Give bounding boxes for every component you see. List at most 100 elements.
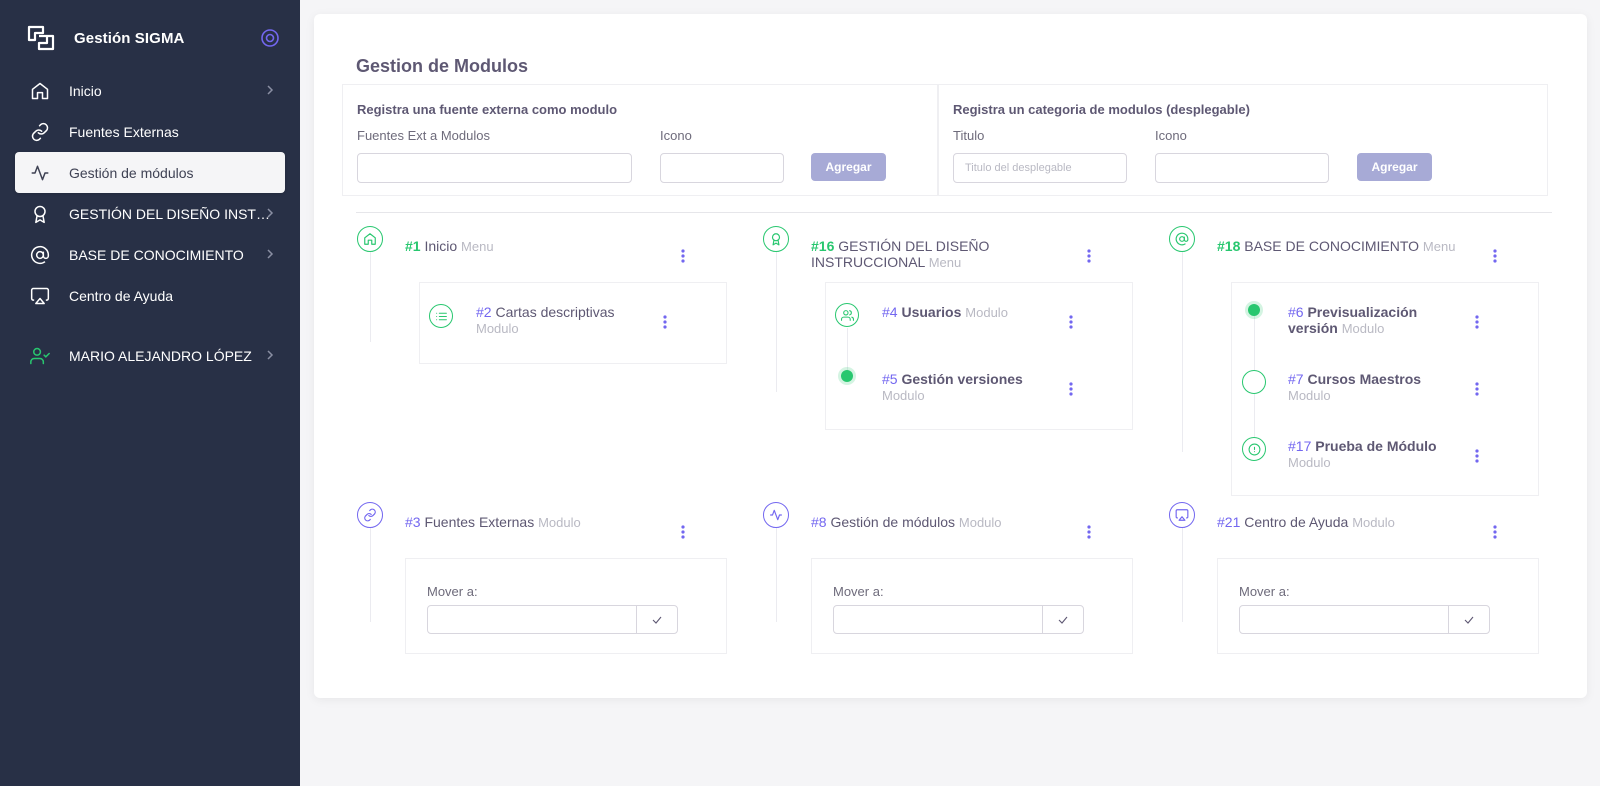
more-vertical-icon[interactable]	[1469, 448, 1485, 464]
submodule-title: #2 Cartas descriptivas Modulo	[476, 304, 615, 336]
timeline-line	[847, 328, 848, 376]
confirm-move-button[interactable]	[636, 605, 678, 634]
sidebar-item-centro-ayuda[interactable]: Centro de Ayuda	[15, 275, 285, 316]
title-label: Titulo	[953, 128, 985, 143]
confirm-move-button[interactable]	[1042, 605, 1084, 634]
home-icon	[357, 226, 383, 252]
at-sign-icon	[30, 245, 50, 265]
timeline-line	[776, 528, 777, 622]
move-label: Mover a:	[427, 584, 478, 599]
icon-label: Icono	[1155, 128, 1187, 143]
more-vertical-icon[interactable]	[1081, 524, 1097, 540]
users-icon	[835, 303, 859, 327]
icon-label: Icono	[660, 128, 692, 143]
more-vertical-icon[interactable]	[1469, 314, 1485, 330]
more-vertical-icon[interactable]	[657, 314, 673, 330]
activity-icon	[30, 163, 50, 183]
alert-circle-icon	[1242, 437, 1266, 461]
home-icon	[30, 81, 50, 101]
move-to-input[interactable]	[1239, 605, 1449, 634]
more-vertical-icon[interactable]	[1487, 524, 1503, 540]
sidebar-item-diseno-instruccional[interactable]: GESTIÓN DEL DISEÑO INSTRUCCIONAL	[15, 193, 285, 234]
sidebar-item-label: Fuentes Externas	[69, 123, 179, 140]
module-group-diseno: #16 GESTIÓN DEL DISEÑO INSTRUCCIONAL Men…	[763, 226, 1133, 456]
airplay-icon	[1169, 502, 1195, 528]
move-label: Mover a:	[833, 584, 884, 599]
category-form: Registra un categoria de modulos (desple…	[938, 84, 1548, 196]
list-icon	[429, 304, 453, 328]
submodule-title: #5 Gestión versiones Modulo	[882, 371, 1023, 403]
module-title: #18 BASE DE CONOCIMIENTO Menu	[1217, 238, 1456, 254]
submodule-list: #4 Usuarios Modulo #5 Gestión versiones …	[825, 282, 1133, 430]
sidebar-item-label: Gestión de módulos	[69, 164, 194, 181]
module-title: #1 Inicio Menu	[405, 238, 494, 254]
category-title-input[interactable]	[953, 153, 1127, 183]
source-label: Fuentes Ext a Modulos	[357, 128, 490, 143]
external-source-form: Registra una fuente externa como modulo …	[342, 84, 938, 196]
icon-input[interactable]	[660, 153, 784, 183]
timeline-line	[370, 528, 371, 622]
timeline-line	[1182, 528, 1183, 622]
timeline-line	[1182, 252, 1183, 452]
sidebar-item-user[interactable]: MARIO ALEJANDRO LÓPEZ	[15, 335, 285, 376]
sidebar-item-base-conocimiento[interactable]: BASE DE CONOCIMIENTO	[15, 234, 285, 275]
check-icon	[652, 616, 662, 624]
check-icon	[1464, 616, 1474, 624]
chevron-right-icon	[267, 249, 274, 259]
brand[interactable]: Gestión SIGMA	[26, 22, 280, 54]
link-icon	[30, 122, 50, 142]
circle-icon	[1242, 370, 1266, 394]
module-gestion-modulos: #8 Gestión de módulos Modulo Mover a:	[763, 502, 1133, 654]
module-group-inicio: #1 Inicio Menu #2 Cartas descriptivas Mo…	[357, 226, 727, 456]
sidebar-item-label: GESTIÓN DEL DISEÑO INSTRUCCIONAL	[69, 205, 274, 222]
user-name: MARIO ALEJANDRO LÓPEZ	[69, 347, 252, 364]
page-title: Gestion de Modulos	[356, 56, 529, 76]
user-check-icon	[30, 346, 50, 366]
activity-icon	[763, 502, 789, 528]
more-vertical-icon[interactable]	[1487, 248, 1503, 264]
sidebar-nav: Inicio Fuentes Externas Gestión de módul…	[15, 70, 285, 376]
module-fuentes-externas: #3 Fuentes Externas Modulo Mover a:	[357, 502, 727, 654]
category-icon-input[interactable]	[1155, 153, 1329, 183]
submodule-title: #6 Previsualización versión Modulo	[1288, 304, 1418, 336]
module-centro-ayuda: #21 Centro de Ayuda Modulo Mover a:	[1169, 502, 1539, 654]
more-vertical-icon[interactable]	[1063, 314, 1079, 330]
move-to-input[interactable]	[833, 605, 1043, 634]
move-to-panel: Mover a:	[811, 558, 1133, 654]
submodule-title: #7 Cursos Maestros Modulo	[1288, 371, 1422, 403]
sidebar-item-fuentes-externas[interactable]: Fuentes Externas	[15, 111, 285, 152]
move-to-input[interactable]	[427, 605, 637, 634]
module-title: #16 GESTIÓN DEL DISEÑO INSTRUCCIONAL Men…	[811, 238, 990, 270]
confirm-move-button[interactable]	[1448, 605, 1490, 634]
more-vertical-icon[interactable]	[1063, 381, 1079, 397]
airplay-icon	[30, 286, 50, 306]
sidebar-item-label: BASE DE CONOCIMIENTO	[69, 246, 244, 263]
divider	[356, 212, 1552, 213]
collapse-toggle-icon[interactable]	[260, 28, 280, 48]
timeline-line	[370, 252, 371, 342]
more-vertical-icon[interactable]	[675, 248, 691, 264]
sidebar-item-inicio[interactable]: Inicio	[15, 70, 285, 111]
at-sign-icon	[1169, 226, 1195, 252]
status-dot	[1248, 304, 1260, 316]
more-vertical-icon[interactable]	[675, 524, 691, 540]
more-vertical-icon[interactable]	[1469, 381, 1485, 397]
award-icon	[763, 226, 789, 252]
move-label: Mover a:	[1239, 584, 1290, 599]
add-category-button[interactable]: Agregar	[1357, 153, 1432, 181]
sidebar-item-gestion-modulos[interactable]: Gestión de módulos	[15, 152, 285, 193]
chevron-right-icon	[267, 208, 274, 218]
submodule-list: #2 Cartas descriptivas Modulo	[419, 282, 727, 364]
form-title: Registra una fuente externa como modulo	[357, 102, 618, 117]
link-icon	[357, 502, 383, 528]
add-source-button[interactable]: Agregar	[811, 153, 886, 181]
sidebar-item-label: Centro de Ayuda	[69, 287, 174, 304]
module-title: #3 Fuentes Externas Modulo	[405, 514, 581, 530]
source-select-input[interactable]	[357, 153, 632, 183]
module-title: #8 Gestión de módulos Modulo	[811, 514, 1002, 530]
submodule-title: #17 Prueba de Módulo Modulo	[1288, 438, 1437, 470]
form-title: Registra un categoria de modulos (desple…	[953, 102, 1250, 117]
check-icon	[1058, 616, 1068, 624]
more-vertical-icon[interactable]	[1081, 248, 1097, 264]
sigma-logo-icon	[27, 25, 55, 51]
